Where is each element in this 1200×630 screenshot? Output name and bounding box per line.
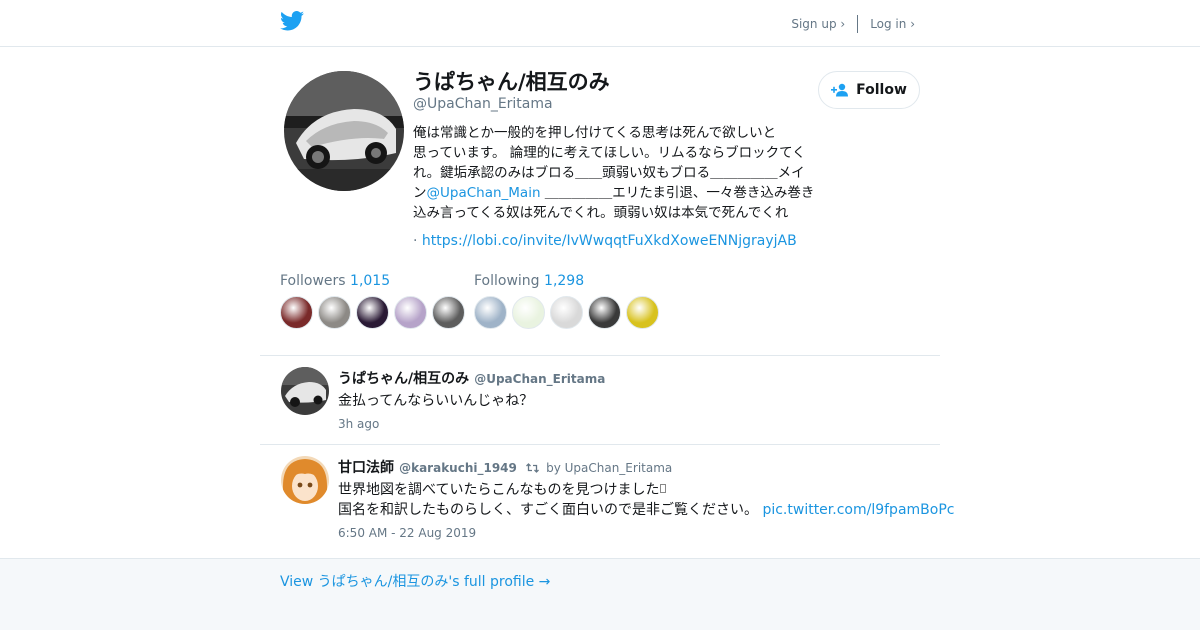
tweet-text-segment: 世界地図を調べていたらこんなものを見つけました [338,482,660,498]
following-avatars [474,296,664,329]
signup-link[interactable]: Sign up › [791,17,845,31]
profile-avatar[interactable] [284,71,404,191]
tweet-author-name[interactable]: 甘口法師 [338,460,394,476]
emoji-placeholder-icon [660,484,667,493]
bio-line: 込み言ってくる奴は死んでくれ。頭弱い奴は本気で死んでくれ [413,205,789,221]
following-avatar[interactable] [588,296,621,329]
follow-button[interactable]: Follow [818,71,920,109]
profile-name: うぱちゃん/相互のみ [413,70,610,94]
tweet-author-name[interactable]: うぱちゃん/相互のみ [338,371,469,387]
following-label: Following [474,273,540,289]
followers-label: Followers [280,273,346,289]
tweet-text-segment: 国名を和訳したものらしく、すごく面白いので是非ご覧ください。 [338,502,758,518]
top-nav: Sign up › Log in › [791,15,915,33]
view-full-profile-link[interactable]: View うぱちゃん/相互のみ's full profile → [280,571,550,591]
nav-divider [857,15,859,33]
followers-avatars [280,296,470,329]
tweet-avatar[interactable] [281,367,329,415]
tweet-text: 金払ってんならいいんじゃね？ [338,393,534,409]
tweet-header: うぱちゃん/相互のみ @UpaChan_Eritama [338,368,605,388]
add-user-icon [831,83,849,97]
divider [260,355,940,356]
follow-button-label: Follow [856,82,907,98]
follower-avatar[interactable] [394,296,427,329]
following-avatar[interactable] [512,296,545,329]
tweet-timestamp[interactable]: 3h ago [338,417,379,431]
tweet-header: 甘口法師 @karakuchi_1949 by UpaChan_Eritama [338,457,672,477]
tweet-avatar[interactable] [281,456,329,504]
bio-text: ン [413,185,427,201]
link-bullet: · [413,233,418,249]
followers-count: 1,015 [350,273,391,289]
divider [260,444,940,445]
retweeted-by[interactable]: by UpaChan_Eritama [546,461,672,475]
tweet-author-handle[interactable]: @karakuchi_1949 [399,461,517,475]
following-count: 1,298 [544,273,585,289]
login-link[interactable]: Log in › [870,17,915,31]
bio-line: 俺は常識とか一般的を押し付けてくる思考は死んで欲しいと [413,125,777,141]
tweet-text: 世界地図を調べていたらこんなものを見つけました 国名を和訳したものらしく、すごく… [338,480,954,520]
follower-avatar[interactable] [356,296,389,329]
follower-avatar[interactable] [280,296,313,329]
twitter-bird-icon[interactable] [280,10,304,32]
bio-mention-link[interactable]: @UpaChan_Main [427,185,541,201]
tweet-author-handle[interactable]: @UpaChan_Eritama [474,372,605,386]
tweet-media-link[interactable]: pic.twitter.com/l9fpamBoPc [762,502,954,518]
bio-line: れ。鍵垢承認のみはブロる＿＿頭弱い奴もブロる＿＿＿＿＿メイ [413,165,805,181]
following-avatar[interactable] [626,296,659,329]
bio-line: 思っています。 論理的に考えてほしい。リムるならブロックてく [413,145,806,161]
bio-line: ン@UpaChan_Main ＿＿＿＿＿エリたま引退、一々巻き込み巻き [413,183,833,203]
tweet-timestamp[interactable]: 6:50 AM - 22 Aug 2019 [338,526,476,540]
following-avatar[interactable] [474,296,507,329]
following-avatar[interactable] [550,296,583,329]
profile-handle: @UpaChan_Eritama [413,96,553,112]
following-stat[interactable]: Following 1,298 [474,273,584,289]
tweet-text-line: 国名を和訳したものらしく、すごく面白いので是非ご覧ください。 pic.twitt… [338,500,954,520]
tweet-text-line: 世界地図を調べていたらこんなものを見つけました [338,480,954,500]
follower-avatar[interactable] [432,296,465,329]
profile-url-link[interactable]: https://lobi.co/invite/IvWwqqtFuXkdXoweE… [422,233,797,249]
followers-stat[interactable]: Followers 1,015 [280,273,390,289]
footer: View うぱちゃん/相互のみ's full profile → [0,558,1200,630]
bio-text: ＿＿＿＿＿エリたま引退、一々巻き込み巻き [540,185,815,201]
profile-link-row: · https://lobi.co/invite/IvWwqqtFuXkdXow… [413,233,797,249]
retweet-icon [526,463,539,473]
profile-bio: 俺は常識とか一般的を押し付けてくる思考は死んで欲しいと 思っています。 論理的に… [413,123,833,223]
follower-avatar[interactable] [318,296,351,329]
top-bar: Sign up › Log in › [0,0,1200,47]
